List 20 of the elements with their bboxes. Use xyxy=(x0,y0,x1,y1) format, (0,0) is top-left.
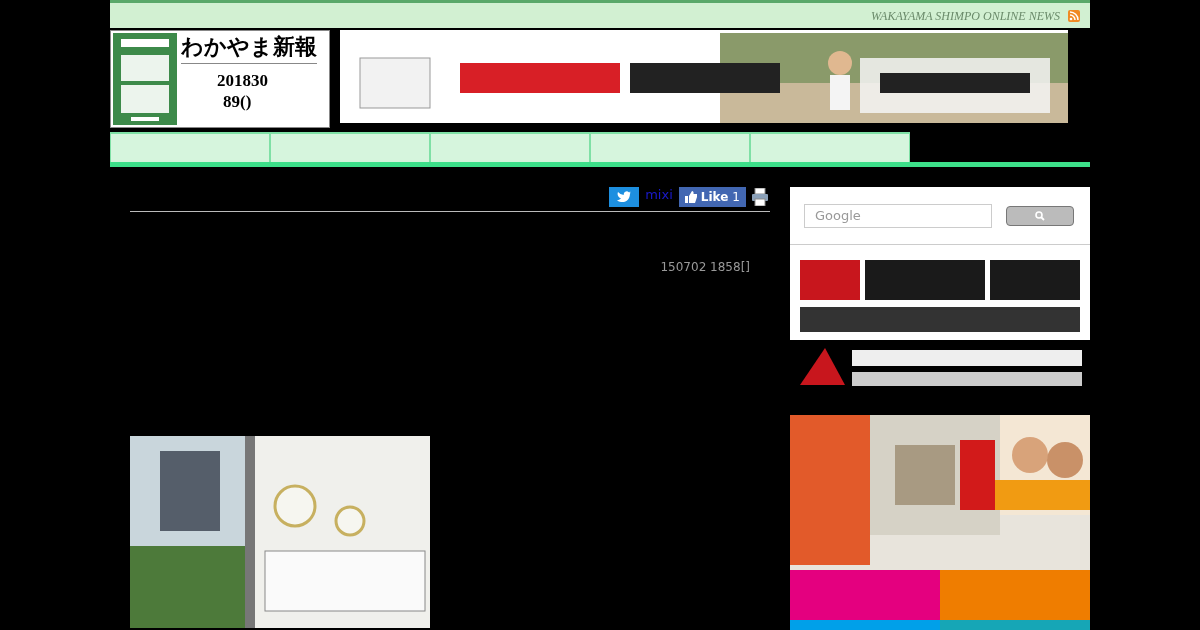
nav-tab[interactable] xyxy=(110,132,270,162)
nav-tab[interactable] xyxy=(430,132,590,162)
nav-tab[interactable] xyxy=(590,132,750,162)
bird-icon xyxy=(617,191,632,203)
like-button[interactable]: Like 1 xyxy=(678,187,746,207)
posted-date: 150702 1858[] xyxy=(660,259,750,276)
rss-icon[interactable] xyxy=(1068,9,1080,22)
search-icon xyxy=(1035,210,1045,221)
search-button[interactable] xyxy=(1006,205,1074,226)
nav-tab[interactable] xyxy=(270,132,430,162)
nav-tab[interactable] xyxy=(750,132,910,162)
print-icon[interactable] xyxy=(752,188,768,206)
site-tagline: WAKAYAMA SHIMPO ONLINE NEWS xyxy=(870,7,1060,25)
logo-icon[interactable] xyxy=(113,33,177,125)
search-field[interactable]: Google xyxy=(804,203,992,228)
site-title: わかやま新報 xyxy=(181,33,317,64)
date-text: 89() xyxy=(223,90,252,112)
date-text: 201830 xyxy=(217,69,268,91)
thumbs-up-icon xyxy=(684,191,697,203)
twitter-button[interactable] xyxy=(609,187,640,207)
